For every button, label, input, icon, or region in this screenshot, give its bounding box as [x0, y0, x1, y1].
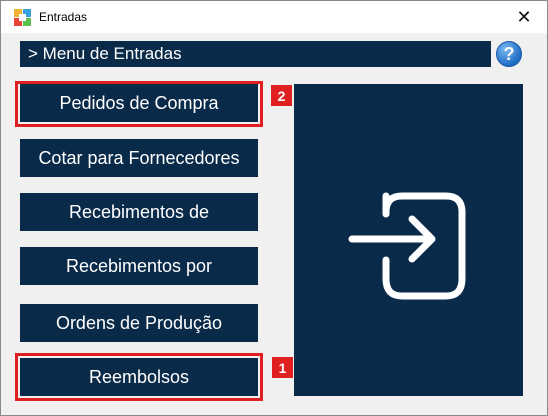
title-bar: Entradas ✕ [1, 1, 547, 33]
app-logo-icon [14, 9, 31, 26]
header-chevron: > [28, 44, 38, 63]
help-button[interactable]: ? [496, 41, 522, 67]
highlight-box-1 [15, 353, 263, 401]
close-button[interactable]: ✕ [501, 1, 547, 33]
login-arrow-icon [348, 192, 466, 300]
highlight-box-2 [15, 81, 263, 127]
entradas-window: Entradas ✕ > Menu de Entradas ? Pedidos … [0, 0, 548, 416]
menu-header: > Menu de Entradas [20, 41, 491, 67]
recebimentos-por-button[interactable]: Recebimentos por [20, 247, 258, 285]
cotar-para-fornecedores-button[interactable]: Cotar para Fornecedores [20, 139, 258, 177]
annotation-badge-1: 1 [272, 357, 293, 378]
annotation-badge-2: 2 [271, 85, 292, 106]
close-icon: ✕ [516, 6, 532, 27]
recebimentos-de-button[interactable]: Recebimentos de [20, 193, 258, 231]
help-icon: ? [503, 43, 515, 64]
header-title: Menu de Entradas [42, 44, 182, 63]
window-title: Entradas [39, 10, 88, 24]
entradas-image-panel [294, 84, 523, 396]
ordens-de-producao-button[interactable]: Ordens de Produção [20, 304, 258, 342]
